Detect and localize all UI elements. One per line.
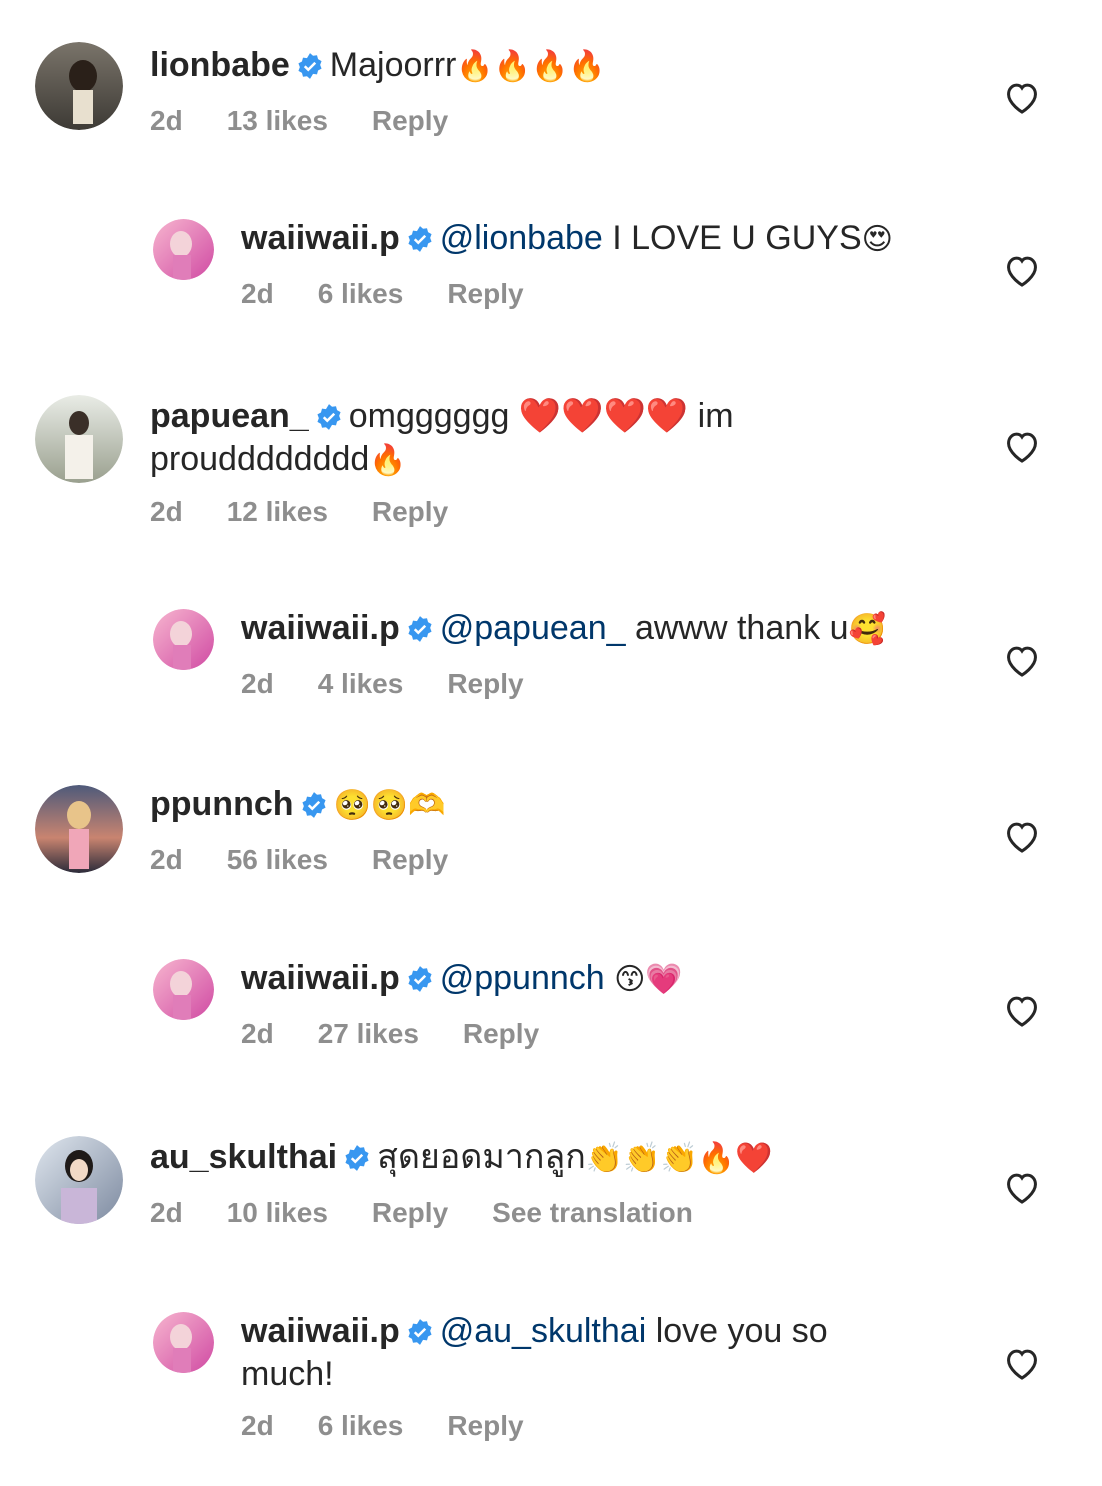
comment-body: lionbabe Majoorrr🔥🔥🔥🔥 2d 13 likes Reply xyxy=(150,46,850,137)
comment-time: 2d xyxy=(241,278,274,309)
avatar[interactable] xyxy=(35,785,123,873)
comment-time: 2d xyxy=(150,844,183,875)
comment-meta: 2d 6 likes Reply xyxy=(241,278,941,310)
comment-text: waiiwaii.p @ppunnch 😙💗 xyxy=(241,959,941,1002)
username[interactable]: lionbabe xyxy=(150,46,290,84)
avatar[interactable] xyxy=(153,1312,214,1373)
comment-body: waiiwaii.p @papuean_ awww thank u🥰 2d 4 li… xyxy=(241,609,941,700)
likes-count[interactable]: 13 likes xyxy=(227,105,328,136)
avatar[interactable] xyxy=(35,1136,123,1224)
verified-badge-icon xyxy=(406,223,434,262)
reply-button[interactable]: Reply xyxy=(372,496,448,527)
likes-count[interactable]: 6 likes xyxy=(318,278,404,309)
verified-badge-icon xyxy=(406,1316,434,1355)
comment-meta: 2d 27 likes Reply xyxy=(241,1018,941,1050)
verified-badge-icon xyxy=(406,963,434,1002)
comment-body: papuean_ omgggggg ❤️❤️❤️❤️ im prouddddddd… xyxy=(150,397,800,528)
reply-button[interactable]: Reply xyxy=(372,844,448,875)
username[interactable]: waiiwaii.p xyxy=(241,1312,400,1350)
avatar[interactable] xyxy=(153,219,214,280)
reply-button[interactable]: Reply xyxy=(372,1197,448,1228)
comment-body: waiiwaii.p @ppunnch 😙💗 2d 27 likes Reply xyxy=(241,959,941,1050)
likes-count[interactable]: 56 likes xyxy=(227,844,328,875)
mention-link[interactable]: @lionbabe xyxy=(440,219,603,257)
heart-outline-icon[interactable] xyxy=(1003,252,1041,288)
likes-count[interactable]: 6 likes xyxy=(318,1410,404,1441)
heart-outline-icon[interactable] xyxy=(1003,818,1041,854)
verified-badge-icon xyxy=(315,401,343,440)
comment-time: 2d xyxy=(241,1018,274,1049)
comment-text: waiiwaii.p @papuean_ awww thank u🥰 xyxy=(241,609,941,652)
comment-meta: 2d 10 likes Reply See translation xyxy=(150,1197,850,1229)
comment-time: 2d xyxy=(150,105,183,136)
comment-message: Majoorrr xyxy=(329,46,457,84)
likes-count[interactable]: 10 likes xyxy=(227,1197,328,1228)
comment-meta: 2d 13 likes Reply xyxy=(150,105,850,137)
mention-link[interactable]: @papuean_ xyxy=(440,609,626,647)
avatar[interactable] xyxy=(153,609,214,670)
comment-emoji: 👏👏👏🔥❤️ xyxy=(585,1141,773,1176)
comment-time: 2d xyxy=(241,668,274,699)
comment-body: waiiwaii.p @au_skulthai love you so much!… xyxy=(241,1312,881,1442)
likes-count[interactable]: 4 likes xyxy=(318,668,404,699)
comment-meta: 2d 6 likes Reply xyxy=(241,1410,881,1442)
verified-badge-icon xyxy=(406,613,434,652)
comment-emoji: 🥰 xyxy=(848,612,886,647)
reply-button[interactable]: Reply xyxy=(372,105,448,136)
comment-message: I LOVE U GUYS xyxy=(602,219,862,257)
heart-outline-icon[interactable] xyxy=(1003,428,1041,464)
comment-text: lionbabe Majoorrr🔥🔥🔥🔥 xyxy=(150,46,850,89)
comment-message: awww thank u xyxy=(625,609,849,647)
avatar[interactable] xyxy=(35,395,123,483)
comment-emoji: 😍 xyxy=(861,222,893,257)
reply-button[interactable]: Reply xyxy=(447,668,523,699)
heart-outline-icon[interactable] xyxy=(1003,992,1041,1028)
heart-outline-icon[interactable] xyxy=(1003,1345,1041,1381)
username[interactable]: waiiwaii.p xyxy=(241,609,400,647)
mention-link[interactable]: @au_skulthai xyxy=(440,1312,647,1350)
username[interactable]: waiiwaii.p xyxy=(241,959,400,997)
comment-time: 2d xyxy=(241,1410,274,1441)
comment-message: สุดยอดมากลูก xyxy=(377,1138,586,1176)
comment-message xyxy=(605,959,614,997)
username[interactable]: ppunnch xyxy=(150,785,294,823)
verified-badge-icon xyxy=(296,50,324,89)
comment-emoji: 🔥🔥🔥🔥 xyxy=(456,49,606,84)
username[interactable]: waiiwaii.p xyxy=(241,219,400,257)
reply-button[interactable]: Reply xyxy=(447,278,523,309)
comment-emoji: 😙💗 xyxy=(614,962,683,997)
comment-text: papuean_ omgggggg ❤️❤️❤️❤️ im prouddddddd… xyxy=(150,397,800,480)
comment-meta: 2d 12 likes Reply xyxy=(150,496,800,528)
likes-count[interactable]: 12 likes xyxy=(227,496,328,527)
comment-meta: 2d 56 likes Reply xyxy=(150,844,850,876)
reply-button[interactable]: Reply xyxy=(447,1410,523,1441)
heart-outline-icon[interactable] xyxy=(1003,1169,1041,1205)
see-translation-button[interactable]: See translation xyxy=(492,1197,693,1228)
comment-time: 2d xyxy=(150,1197,183,1228)
avatar[interactable] xyxy=(35,42,123,130)
comment-body: ppunnch 🥺🥺🫶 2d 56 likes Reply xyxy=(150,785,850,876)
comment-body: au_skulthai สุดยอดมากลูก👏👏👏🔥❤️ 2d 10 likes… xyxy=(150,1138,850,1229)
likes-count[interactable]: 27 likes xyxy=(318,1018,419,1049)
mention-link[interactable]: @ppunnch xyxy=(440,959,605,997)
comment-body: waiiwaii.p @lionbabe I LOVE U GUYS😍 2d 6 l… xyxy=(241,219,941,310)
comment-emoji: 🥺🥺🫶 xyxy=(333,788,446,823)
comment-text: ppunnch 🥺🥺🫶 xyxy=(150,785,850,828)
verified-badge-icon xyxy=(343,1142,371,1181)
username[interactable]: papuean_ xyxy=(150,397,309,435)
comment-text: au_skulthai สุดยอดมากลูก👏👏👏🔥❤️ xyxy=(150,1138,850,1181)
comment-meta: 2d 4 likes Reply xyxy=(241,668,941,700)
username[interactable]: au_skulthai xyxy=(150,1138,337,1176)
heart-outline-icon[interactable] xyxy=(1003,79,1041,115)
comment-text: waiiwaii.p @lionbabe I LOVE U GUYS😍 xyxy=(241,219,941,262)
reply-button[interactable]: Reply xyxy=(463,1018,539,1049)
comment-text: waiiwaii.p @au_skulthai love you so much! xyxy=(241,1312,881,1394)
comment-time: 2d xyxy=(150,496,183,527)
verified-badge-icon xyxy=(300,789,328,828)
comment-emoji: 🔥 xyxy=(369,443,407,478)
heart-outline-icon[interactable] xyxy=(1003,642,1041,678)
avatar[interactable] xyxy=(153,959,214,1020)
